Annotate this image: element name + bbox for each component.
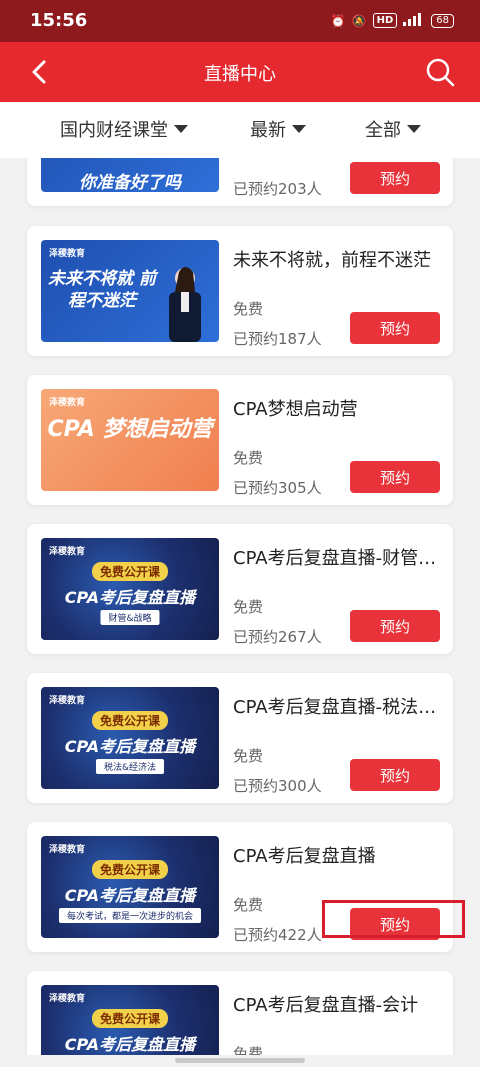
book-button[interactable]: 预约 [350, 908, 440, 940]
book-button[interactable]: 预约 [350, 461, 440, 493]
alarm-icon: ⏰ [330, 13, 346, 28]
brand-logo-text: 泽稷教育 [49, 845, 86, 855]
card-booked-count: 已预约187人 [233, 330, 322, 348]
filter-sort-label: 最新 [250, 120, 286, 141]
live-list: 你准备好了吗 已预约203人 预约 泽稷教育 未来不将就 前程不迷茫 未来不将就… [0, 158, 480, 1055]
brand-logo-text: 泽稷教育 [49, 249, 86, 259]
live-card[interactable]: 泽稷教育 免费公开课 CPA考后复盘直播 财管&战略 CPA考后复盘直播-财管战… [27, 524, 453, 654]
thumbnail-text: CPA考后复盘直播 [64, 737, 196, 756]
filter-category[interactable]: 国内财经课堂 [60, 116, 188, 142]
live-card[interactable]: 泽稷教育 CPA 梦想启动营 CPA梦想启动营 免费 已预约305人 预约 [27, 375, 453, 505]
live-thumbnail[interactable]: 泽稷教育 CPA 梦想启动营 [41, 389, 219, 491]
filter-category-label: 国内财经课堂 [60, 120, 168, 141]
mute-icon: 🔕 [351, 13, 367, 28]
card-title: CPA考后复盘直播-会计 [233, 995, 419, 1016]
card-price: 免费 [233, 1045, 264, 1055]
live-thumbnail[interactable]: 泽稷教育 免费公开课 CPA考后复盘直播 每次考试，都是一次进步的机会 [41, 836, 219, 938]
thumbnail-subtitle: 财管&战略 [100, 610, 160, 625]
caret-down-icon [292, 125, 306, 133]
thumbnail-tag: 免费公开课 [91, 562, 169, 581]
caret-down-icon [407, 125, 421, 133]
card-title: CPA考后复盘直播-财管战略 [233, 548, 443, 569]
live-thumbnail[interactable]: 你准备好了吗 [41, 158, 219, 192]
home-indicator[interactable] [175, 1058, 305, 1063]
card-booked-count: 已预约422人 [233, 926, 322, 944]
thumbnail-text: CPA考后复盘直播 [64, 886, 196, 905]
card-price: 免费 [233, 449, 264, 467]
live-thumbnail[interactable]: 泽稷教育 免费公开课 CPA考后复盘直播 税法&经济法 [41, 687, 219, 789]
card-booked-count: 已预约267人 [233, 628, 322, 646]
thumbnail-text: 未来不将就 前程不迷茫 [48, 269, 156, 311]
thumbnail-text: CPA 梦想启动营 [47, 417, 213, 442]
card-booked-count: 已预约305人 [233, 479, 322, 497]
thumbnail-subtitle: 税法&经济法 [95, 759, 165, 774]
card-title: 未来不将就，前程不迷茫 [233, 250, 431, 271]
hd-badge: HD [372, 13, 398, 28]
brand-logo-text: 泽稷教育 [49, 547, 86, 557]
filter-sort[interactable]: 最新 [250, 116, 306, 142]
page-title: 直播中心 [204, 64, 276, 85]
live-thumbnail[interactable]: 泽稷教育 免费公开课 CPA考后复盘直播 财管&战略 [41, 538, 219, 640]
card-price: 免费 [233, 896, 264, 914]
book-button[interactable]: 预约 [350, 610, 440, 642]
filter-status[interactable]: 全部 [365, 116, 421, 142]
nav-bar: 直播中心 [0, 42, 480, 102]
presenter-image [169, 267, 201, 342]
card-booked-count: 已预约203人 [233, 180, 322, 198]
thumbnail-tag: 免费公开课 [91, 860, 169, 879]
search-icon[interactable] [424, 56, 456, 88]
live-card[interactable]: 泽稷教育 免费公开课 CPA考后复盘直播 每次考试，都是一次进步的机会 CPA考… [27, 822, 453, 952]
card-title: CPA考后复盘直播 [233, 846, 376, 867]
live-card[interactable]: 泽稷教育 免费公开课 CPA考后复盘直播 CPA考后复盘直播-会计 免费 预约 [27, 971, 453, 1055]
thumbnail-text: CPA考后复盘直播 [64, 1035, 196, 1054]
live-card[interactable]: 泽稷教育 未来不将就 前程不迷茫 未来不将就，前程不迷茫 免费 已预约187人 … [27, 226, 453, 356]
live-thumbnail[interactable]: 泽稷教育 免费公开课 CPA考后复盘直播 [41, 985, 219, 1055]
status-bar: 15:56 ⏰ 🔕 HD 68 [0, 0, 480, 42]
brand-logo-text: 泽稷教育 [49, 696, 86, 706]
live-card[interactable]: 泽稷教育 免费公开课 CPA考后复盘直播 税法&经济法 CPA考后复盘直播-税法… [27, 673, 453, 803]
live-card[interactable]: 你准备好了吗 已预约203人 预约 [27, 158, 453, 206]
filter-bar: 国内财经课堂 最新 全部 [0, 102, 480, 158]
signal-icon [403, 12, 425, 29]
filter-status-label: 全部 [365, 120, 401, 141]
thumbnail-tag: 免费公开课 [91, 1009, 169, 1028]
brand-logo-text: 泽稷教育 [49, 398, 86, 408]
book-button[interactable]: 预约 [350, 759, 440, 791]
card-price: 免费 [233, 747, 264, 765]
card-price: 免费 [233, 300, 264, 318]
book-button[interactable]: 预约 [350, 312, 440, 344]
thumbnail-subtitle: 每次考试，都是一次进步的机会 [58, 908, 202, 923]
brand-logo-text: 泽稷教育 [49, 994, 86, 1004]
status-time: 15:56 [30, 10, 88, 31]
battery-icon: 68 [431, 13, 454, 28]
thumbnail-tag: 免费公开课 [91, 711, 169, 730]
card-title: CPA梦想启动营 [233, 399, 358, 420]
book-button[interactable]: 预约 [350, 162, 440, 194]
card-title: CPA考后复盘直播-税法经济法 [233, 697, 443, 718]
live-thumbnail[interactable]: 泽稷教育 未来不将就 前程不迷茫 [41, 240, 219, 342]
status-icons: ⏰ 🔕 HD 68 [331, 12, 454, 29]
card-price: 免费 [233, 598, 264, 616]
thumbnail-text: CPA考后复盘直播 [64, 588, 196, 607]
caret-down-icon [174, 125, 188, 133]
thumbnail-text: 你准备好了吗 [79, 173, 181, 192]
card-booked-count: 已预约300人 [233, 777, 322, 795]
bottom-bar [0, 1055, 480, 1067]
